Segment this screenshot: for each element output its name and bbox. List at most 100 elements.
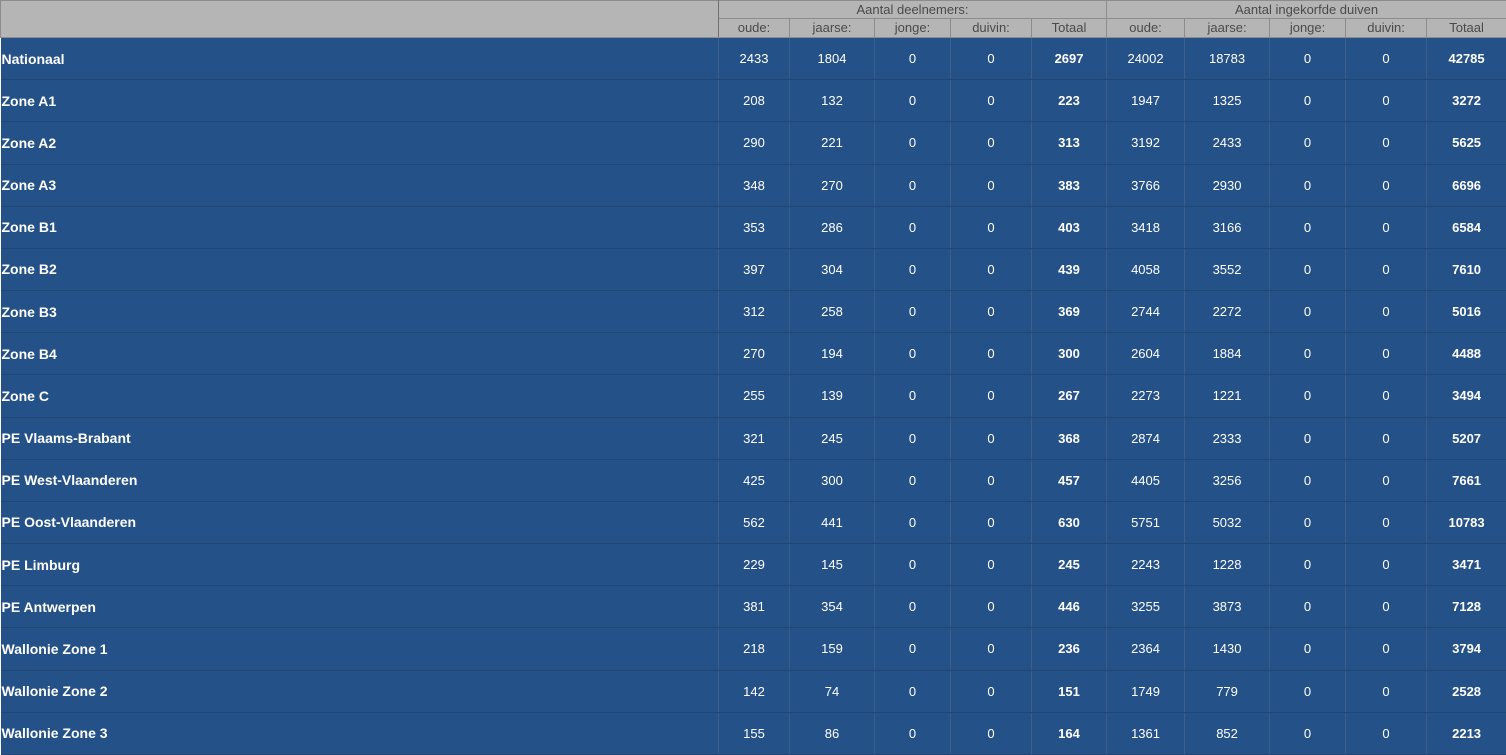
cell-duiven-duivin: 0 bbox=[1345, 500, 1428, 545]
col-header-deelnemers-oude: oude: bbox=[718, 18, 790, 38]
cell-duiven-jaarse: 3256 bbox=[1184, 458, 1271, 502]
cell-duiven-totaal: 3494 bbox=[1426, 374, 1506, 418]
cell-duiven-totaal: 10783 bbox=[1426, 500, 1506, 545]
cell-duiven-oude: 24002 bbox=[1106, 36, 1186, 81]
cell-deelnemers-duivin: 0 bbox=[950, 458, 1032, 502]
cell-duiven-jaarse: 1228 bbox=[1184, 543, 1271, 587]
cell-deelnemers-totaal: 457 bbox=[1030, 458, 1108, 502]
region-name: Zone C bbox=[0, 374, 719, 418]
cell-duiven-duivin: 0 bbox=[1345, 543, 1428, 587]
cell-deelnemers-jaarse: 86 bbox=[789, 711, 875, 755]
region-name: PE West-Vlaanderen bbox=[0, 458, 719, 502]
col-header-duiven-duivin: duivin: bbox=[1345, 18, 1428, 38]
cell-deelnemers-jonge: 0 bbox=[874, 458, 951, 502]
table-body: Nationaal 2433 1804 0 0 2697 24002 18783 0 0 42785… bbox=[0, 36, 1506, 755]
cell-duiven-jaarse: 3873 bbox=[1184, 585, 1271, 629]
table-row: Zone B1 353 286 0 0 403 3418 3166 0 0 6584 bbox=[0, 205, 1506, 249]
cell-deelnemers-jaarse: 258 bbox=[789, 290, 875, 334]
cell-deelnemers-jonge: 0 bbox=[874, 247, 951, 292]
cell-deelnemers-oude: 218 bbox=[718, 627, 790, 671]
cell-deelnemers-totaal: 223 bbox=[1030, 79, 1108, 123]
cell-deelnemers-duivin: 0 bbox=[950, 332, 1032, 376]
cell-deelnemers-totaal: 368 bbox=[1030, 416, 1108, 460]
cell-deelnemers-oude: 270 bbox=[718, 332, 790, 376]
cell-deelnemers-totaal: 403 bbox=[1030, 205, 1108, 249]
cell-duiven-jonge: 0 bbox=[1269, 543, 1347, 587]
cell-deelnemers-duivin: 0 bbox=[950, 627, 1032, 671]
cell-duiven-oude: 4058 bbox=[1106, 247, 1186, 292]
cell-deelnemers-duivin: 0 bbox=[950, 163, 1032, 207]
cell-deelnemers-duivin: 0 bbox=[950, 543, 1032, 587]
cell-deelnemers-oude: 208 bbox=[718, 79, 790, 123]
col-header-deelnemers-totaal: Totaal bbox=[1030, 18, 1108, 38]
cell-duiven-jonge: 0 bbox=[1269, 585, 1347, 629]
table-row: PE Oost-Vlaanderen 562 441 0 0 630 5751 5032 0 0 1… bbox=[0, 500, 1506, 545]
cell-deelnemers-jaarse: 1804 bbox=[789, 36, 875, 81]
cell-deelnemers-jaarse: 270 bbox=[789, 163, 875, 207]
cell-deelnemers-jaarse: 286 bbox=[789, 205, 875, 249]
cell-deelnemers-oude: 425 bbox=[718, 458, 790, 502]
cell-duiven-duivin: 0 bbox=[1345, 669, 1428, 713]
cell-duiven-totaal: 2213 bbox=[1426, 711, 1506, 755]
cell-duiven-duivin: 0 bbox=[1345, 416, 1428, 460]
table-row: Zone A3 348 270 0 0 383 3766 2930 0 0 6696 bbox=[0, 163, 1506, 207]
cell-deelnemers-jaarse: 74 bbox=[789, 669, 875, 713]
table-row: PE West-Vlaanderen 425 300 0 0 457 4405 3256 0 0 7… bbox=[0, 458, 1506, 502]
cell-deelnemers-jonge: 0 bbox=[874, 543, 951, 587]
col-header-deelnemers-jonge: jonge: bbox=[874, 18, 951, 38]
cell-deelnemers-duivin: 0 bbox=[950, 79, 1032, 123]
table-row: PE Vlaams-Brabant 321 245 0 0 368 2874 2333 0 0 52… bbox=[0, 416, 1506, 460]
cell-duiven-totaal: 3794 bbox=[1426, 627, 1506, 671]
cell-duiven-totaal: 7661 bbox=[1426, 458, 1506, 502]
region-name: Zone A1 bbox=[0, 79, 719, 123]
cell-duiven-jaarse: 779 bbox=[1184, 669, 1271, 713]
cell-duiven-totaal: 5207 bbox=[1426, 416, 1506, 460]
cell-deelnemers-totaal: 313 bbox=[1030, 121, 1108, 165]
cell-duiven-jaarse: 1430 bbox=[1184, 627, 1271, 671]
cell-duiven-jaarse: 2930 bbox=[1184, 163, 1271, 207]
region-name: Wallonie Zone 3 bbox=[0, 711, 719, 755]
region-name: PE Antwerpen bbox=[0, 585, 719, 629]
cell-duiven-duivin: 0 bbox=[1345, 458, 1428, 502]
cell-duiven-totaal: 6696 bbox=[1426, 163, 1506, 207]
region-name: Zone B3 bbox=[0, 290, 719, 334]
table-row: Wallonie Zone 2 142 74 0 0 151 1749 779 0 0 2528 bbox=[0, 669, 1506, 713]
cell-duiven-jonge: 0 bbox=[1269, 374, 1347, 418]
cell-duiven-jonge: 0 bbox=[1269, 416, 1347, 460]
cell-duiven-oude: 3255 bbox=[1106, 585, 1186, 629]
cell-deelnemers-jaarse: 245 bbox=[789, 416, 875, 460]
cell-duiven-duivin: 0 bbox=[1345, 205, 1428, 249]
cell-duiven-jonge: 0 bbox=[1269, 36, 1347, 81]
cell-duiven-oude: 3418 bbox=[1106, 205, 1186, 249]
cell-duiven-oude: 2273 bbox=[1106, 374, 1186, 418]
cell-duiven-oude: 2744 bbox=[1106, 290, 1186, 334]
cell-deelnemers-jonge: 0 bbox=[874, 500, 951, 545]
cell-deelnemers-totaal: 2697 bbox=[1030, 36, 1108, 81]
cell-duiven-jonge: 0 bbox=[1269, 290, 1347, 334]
cell-deelnemers-duivin: 0 bbox=[950, 669, 1032, 713]
cell-duiven-duivin: 0 bbox=[1345, 332, 1428, 376]
cell-deelnemers-jaarse: 354 bbox=[789, 585, 875, 629]
cell-deelnemers-totaal: 245 bbox=[1030, 543, 1108, 587]
cell-duiven-jaarse: 2272 bbox=[1184, 290, 1271, 334]
cell-deelnemers-oude: 562 bbox=[718, 500, 790, 545]
cell-duiven-jaarse: 5032 bbox=[1184, 500, 1271, 545]
cell-deelnemers-duivin: 0 bbox=[950, 36, 1032, 81]
cell-duiven-duivin: 0 bbox=[1345, 247, 1428, 292]
cell-duiven-oude: 2243 bbox=[1106, 543, 1186, 587]
cell-deelnemers-duivin: 0 bbox=[950, 121, 1032, 165]
table-row: Zone A2 290 221 0 0 313 3192 2433 0 0 5625 bbox=[0, 121, 1506, 165]
cell-deelnemers-oude: 142 bbox=[718, 669, 790, 713]
cell-deelnemers-totaal: 630 bbox=[1030, 500, 1108, 545]
group-header-duiven: Aantal ingekorfde duiven bbox=[1106, 0, 1506, 19]
cell-deelnemers-jonge: 0 bbox=[874, 290, 951, 334]
region-name: PE Oost-Vlaanderen bbox=[0, 500, 719, 545]
table-row: PE Antwerpen 381 354 0 0 446 3255 3873 0 0 7128 bbox=[0, 585, 1506, 629]
cell-duiven-jonge: 0 bbox=[1269, 205, 1347, 249]
cell-duiven-oude: 2364 bbox=[1106, 627, 1186, 671]
cell-deelnemers-duivin: 0 bbox=[950, 500, 1032, 545]
cell-deelnemers-duivin: 0 bbox=[950, 711, 1032, 755]
cell-duiven-oude: 5751 bbox=[1106, 500, 1186, 545]
cell-deelnemers-oude: 353 bbox=[718, 205, 790, 249]
cell-deelnemers-jaarse: 139 bbox=[789, 374, 875, 418]
